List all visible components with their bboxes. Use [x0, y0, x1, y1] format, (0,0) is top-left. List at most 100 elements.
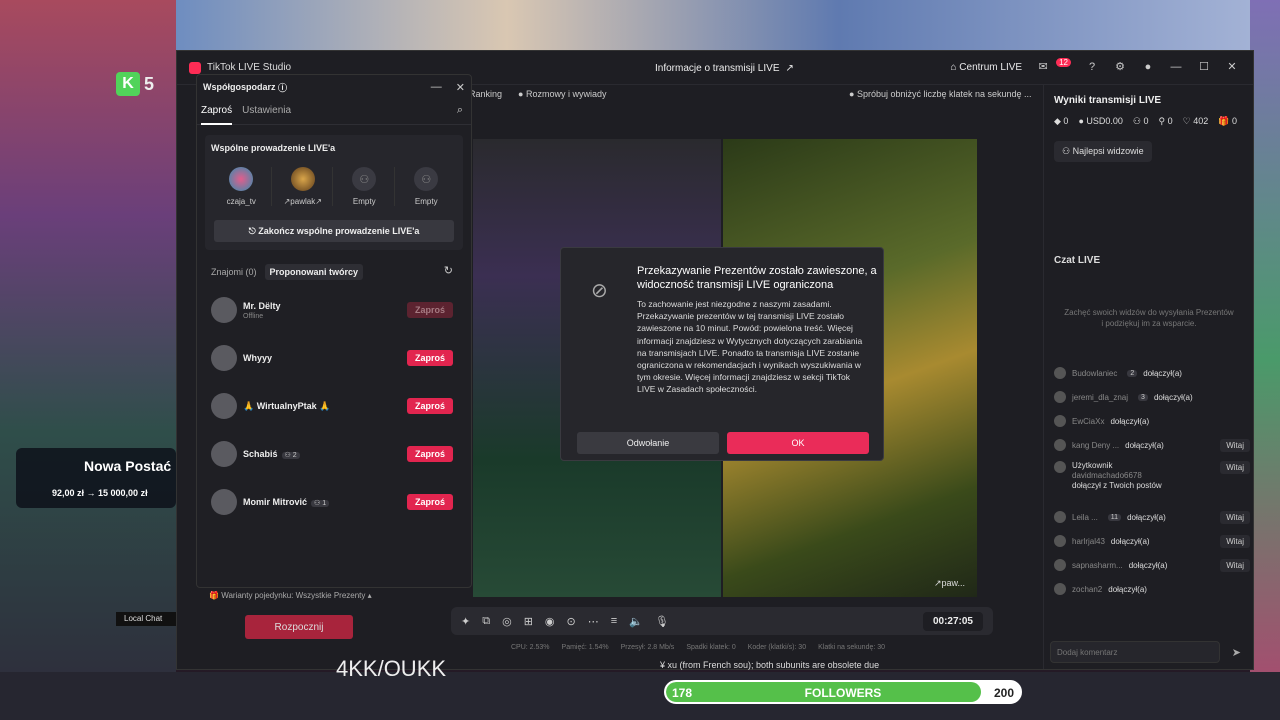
dialog-body: To zachowanie jest niezgodne z naszymi z…: [637, 299, 863, 395]
chat-user[interactable]: kang Deny ...: [1072, 441, 1119, 450]
chat-row: sapnasharm... dołączył(a) Witaj: [1054, 553, 1250, 577]
layout-icon[interactable]: ⧉: [482, 615, 490, 628]
chat-hint: Zachęć swoich widzów do wysyłania Prezen…: [1064, 308, 1234, 328]
maximize-icon[interactable]: ☐: [1197, 60, 1211, 74]
tab-friends[interactable]: Znajomi (0): [211, 267, 257, 277]
avatar: [1054, 415, 1066, 427]
tab-settings[interactable]: Ustawienia: [242, 105, 291, 124]
results-title: Wyniki transmisji LIVE: [1054, 95, 1162, 106]
record-icon[interactable]: ◉: [545, 615, 555, 628]
more-icon[interactable]: ⋯: [588, 615, 599, 628]
ranking-button[interactable]: Ranking: [469, 89, 502, 99]
ok-button[interactable]: OK: [727, 432, 869, 454]
joined-text: dołączył(a): [1110, 536, 1150, 546]
cohost-title: Współgospodarz: [203, 82, 276, 92]
minimize-icon[interactable]: —: [431, 81, 442, 94]
effects-icon[interactable]: ✦: [461, 615, 470, 628]
comment-input[interactable]: [1050, 641, 1220, 663]
live-center-label: Centrum LIVE: [959, 61, 1023, 73]
chat-title: Czat LIVE: [1054, 255, 1101, 266]
avatar: [1054, 559, 1066, 571]
invite-button[interactable]: Zaproś: [407, 398, 453, 414]
follower-handle: davidmachado6678: [1072, 471, 1142, 480]
talks-button[interactable]: ● Rozmowy i wywiady: [518, 89, 606, 99]
joined-text: dołączył(a): [1153, 392, 1193, 402]
welcome-button[interactable]: Witaj: [1220, 558, 1250, 572]
k-logo-icon: K: [116, 72, 140, 96]
chat-user[interactable]: Leila ...: [1072, 513, 1098, 522]
performance-hint[interactable]: ● Spróbuj obniżyć liczbę klatek na sekun…: [849, 89, 1049, 99]
creator-name: Momir Mitrović: [243, 497, 308, 507]
end-cohost-button[interactable]: ⎋ Zakończ wspólne prowadzenie LIVE'a: [214, 220, 454, 242]
mixer-icon[interactable]: ≡: [611, 615, 617, 627]
tab-suggested[interactable]: Proponowani twórcy: [264, 264, 364, 280]
add-source-icon[interactable]: ⊞: [524, 615, 533, 628]
chat-user[interactable]: harlrjal43: [1072, 537, 1105, 546]
send-icon[interactable]: ➤: [1232, 646, 1241, 659]
info-icon[interactable]: ⓘ: [278, 81, 287, 94]
diamonds-value: 0: [1063, 116, 1069, 126]
creator-list: Mr. Dëlty Offline Zaproś Whyyy Zaproś 🙏 Wir…: [197, 286, 471, 526]
volume-icon[interactable]: 🔈: [629, 615, 643, 628]
followers-label: FOLLOWERS: [804, 686, 882, 700]
help-icon[interactable]: ?: [1085, 60, 1099, 74]
minimize-icon[interactable]: —: [1169, 60, 1183, 74]
microphone-icon[interactable]: 🎙: [655, 615, 669, 628]
stream-info-label: Informacje o transmisji LIVE: [655, 63, 780, 74]
chat-user[interactable]: jeremi_dla_znaj: [1072, 393, 1128, 402]
promo-subtitle: 92,00 zł → 15 000,00 zł: [52, 488, 148, 498]
start-button[interactable]: Rozpocznij: [245, 615, 353, 639]
joined-text: dołączył(a): [1128, 560, 1168, 570]
background-bottom: [0, 672, 1280, 720]
tab-invite[interactable]: Zaproś: [201, 105, 233, 125]
welcome-button[interactable]: Witaj: [1220, 438, 1250, 452]
user-level-badge: 3: [1138, 393, 1148, 401]
chat-user[interactable]: Budowlaniec: [1072, 369, 1117, 378]
welcome-button[interactable]: Witaj: [1220, 461, 1250, 474]
chat-user[interactable]: zochan2: [1072, 585, 1102, 594]
chat-user[interactable]: EwCiaXx: [1072, 417, 1104, 426]
tiktok-logo-icon: [189, 61, 201, 74]
suspension-dialog: ⊘ Przekazywanie Prezentów zostało zawies…: [560, 247, 884, 461]
follower-user[interactable]: Użytkownik: [1072, 461, 1162, 470]
screenshot-icon[interactable]: ⊙: [567, 615, 576, 628]
joined-text: dołączył(a): [1127, 512, 1166, 522]
avatar[interactable]: ●: [1141, 60, 1155, 74]
stat-fps: Klatki na sekundę: 30: [818, 644, 886, 651]
cohost-slot[interactable]: ↗pawlak↗: [273, 167, 334, 206]
results-panel: Wyniki transmisji LIVE ◆ 0 ● USD0.00 ⚇ 0…: [1043, 85, 1253, 669]
search-icon[interactable]: ⌕: [457, 104, 463, 117]
invite-button[interactable]: Zaproś: [407, 494, 453, 510]
promo-title: Nowa Postać: [84, 458, 172, 474]
close-icon[interactable]: ✕: [456, 81, 465, 94]
cohost-slot-empty[interactable]: ⚇ Empty: [396, 167, 456, 206]
cancel-button[interactable]: Odwołanie: [577, 432, 719, 454]
stream-info-title[interactable]: Informacje o transmisji LIVE ↗: [655, 63, 794, 74]
settings-icon[interactable]: ⚙: [1113, 60, 1127, 74]
end-cohost-label: Zakończ wspólne prowadzenie LIVE'a: [258, 225, 420, 236]
invite-button[interactable]: Zaproś: [407, 302, 453, 318]
cohost-slot-empty[interactable]: ⚇ Empty: [335, 167, 395, 206]
avatar: [290, 167, 315, 191]
share-icon[interactable]: ↗: [786, 63, 794, 74]
duel-variant-label: Warianty pojedynku: Wszystkie Prezenty: [221, 591, 366, 600]
invite-button[interactable]: Zaproś: [407, 446, 453, 462]
viewer-count: 1: [322, 500, 327, 507]
chat-row: harlrjal43 dołączył(a) Witaj: [1054, 529, 1250, 553]
chat-user[interactable]: sapnasharm...: [1072, 561, 1123, 570]
dialog-title: Przekazywanie Prezentów zostało zawieszo…: [637, 265, 877, 291]
local-chat-label: Local Chat: [116, 612, 176, 626]
welcome-button[interactable]: Witaj: [1220, 534, 1250, 548]
welcome-button[interactable]: Witaj: [1220, 510, 1250, 524]
refresh-icon[interactable]: ↻: [444, 264, 453, 277]
cohost-slot[interactable]: czaja_tv: [212, 167, 272, 206]
avatar: [1054, 439, 1066, 451]
close-icon[interactable]: ✕: [1225, 60, 1239, 74]
notifications-icon[interactable]: ✉: [1036, 60, 1050, 74]
k-counter: K 5: [116, 72, 154, 96]
top-viewers-button[interactable]: ⚇ Najlepsi widzowie: [1054, 141, 1152, 162]
filters-icon[interactable]: ◎: [502, 615, 512, 628]
duel-variant-select[interactable]: 🎁 Warianty pojedynku: Wszystkie Prezenty…: [209, 591, 372, 600]
live-center-button[interactable]: ⌂ Centrum LIVE: [950, 62, 1022, 73]
invite-button[interactable]: Zaproś: [407, 350, 453, 366]
